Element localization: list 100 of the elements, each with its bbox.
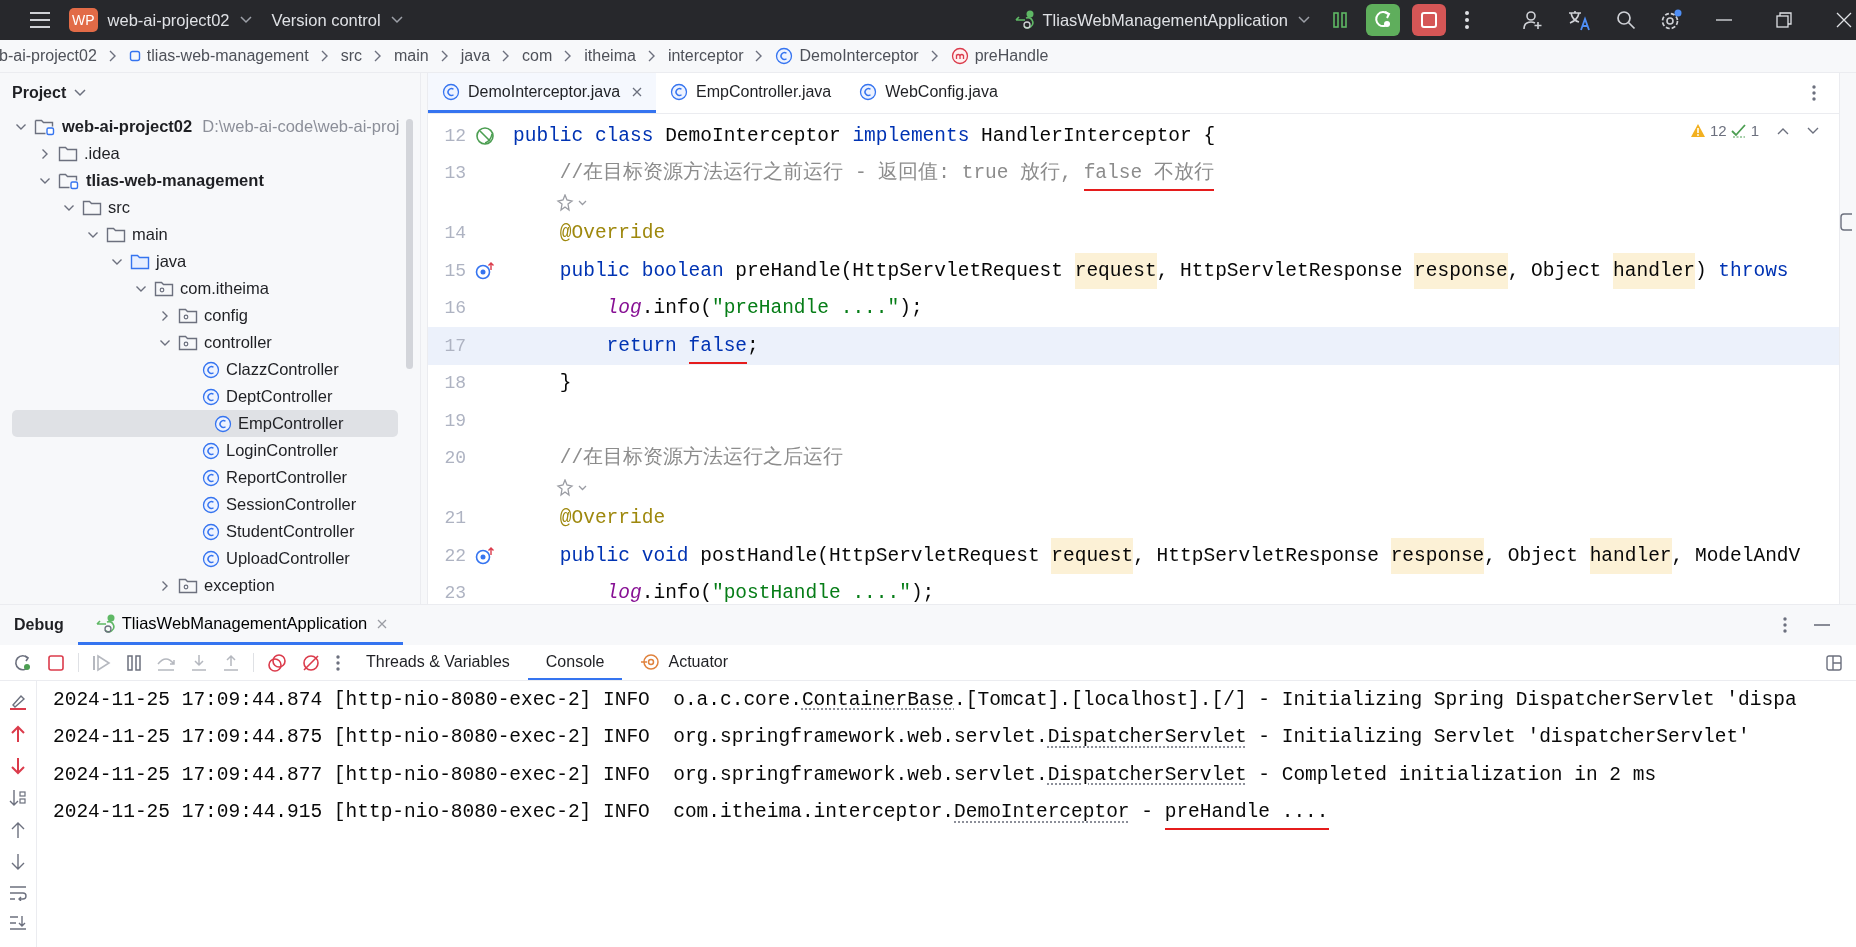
rerun-debug-button[interactable] bbox=[1366, 4, 1400, 36]
arrow-up-icon[interactable] bbox=[10, 821, 26, 839]
code-line[interactable]: return false; bbox=[513, 327, 759, 365]
line-number: 13 bbox=[443, 163, 466, 184]
breadcrumb-item[interactable]: interceptor bbox=[667, 47, 744, 65]
tree-item[interactable]: EmpController bbox=[12, 410, 398, 437]
resume-icon[interactable] bbox=[1332, 11, 1348, 29]
more-icon[interactable] bbox=[1811, 84, 1817, 102]
arrow-down-icon[interactable] bbox=[10, 757, 26, 775]
previous-icon[interactable] bbox=[1777, 126, 1789, 135]
vcs-dropdown[interactable]: Version control bbox=[261, 6, 413, 34]
stop-icon bbox=[1419, 10, 1439, 30]
debug-tab[interactable]: Console bbox=[527, 645, 623, 680]
tree-item[interactable]: controller bbox=[0, 329, 398, 356]
translate-icon[interactable] bbox=[1568, 9, 1592, 31]
method-icon bbox=[950, 47, 969, 65]
tree-item[interactable]: config bbox=[0, 302, 398, 329]
code-line[interactable]: public void postHandle(HttpServletRequest request, HttpServletResponse response, Object handler, ModelAndV bbox=[513, 537, 1801, 575]
search-icon[interactable] bbox=[1616, 10, 1636, 30]
code-line[interactable]: log.info("postHandle ...."); bbox=[513, 574, 935, 604]
run-config-dropdown[interactable]: TliasWebManagementApplication bbox=[1002, 6, 1320, 34]
more-icon[interactable] bbox=[1464, 10, 1470, 30]
breadcrumb-item[interactable]: com bbox=[522, 47, 553, 65]
tree-item[interactable]: StudentController bbox=[0, 518, 398, 545]
breadcrumb-item[interactable]: main bbox=[394, 47, 429, 65]
project-dropdown[interactable]: web-ai-project02 bbox=[97, 6, 262, 34]
code-line[interactable]: public class DemoInterceptor implements HandlerInterceptor { bbox=[513, 117, 1216, 155]
mute-breakpoints-icon[interactable] bbox=[301, 652, 321, 673]
package-icon bbox=[178, 333, 198, 352]
tree-item[interactable]: java bbox=[0, 248, 398, 275]
arrow-up-icon[interactable] bbox=[10, 725, 26, 743]
folder-icon bbox=[82, 198, 102, 217]
clear-icon[interactable] bbox=[9, 693, 27, 711]
editor-tab[interactable]: WebConfig.java bbox=[845, 73, 1012, 113]
rerun-icon[interactable] bbox=[13, 652, 33, 673]
sort-icon[interactable] bbox=[9, 789, 27, 807]
tree-item[interactable]: web-ai-project02 D:\web-ai-code\web-ai-proj bbox=[0, 113, 398, 140]
breakpoints-icon[interactable] bbox=[267, 652, 287, 673]
breadcrumb-item[interactable]: src bbox=[340, 47, 362, 65]
soft-wrap-icon[interactable] bbox=[9, 885, 27, 901]
implements-icon[interactable] bbox=[474, 261, 495, 280]
more-icon[interactable] bbox=[335, 653, 341, 672]
editor-tab[interactable]: DemoInterceptor.java bbox=[428, 73, 657, 113]
breadcrumb-item[interactable]: tlias-web-management bbox=[128, 47, 309, 65]
check-icon[interactable] bbox=[1730, 123, 1747, 138]
class-icon bbox=[214, 414, 232, 433]
project-view-dropdown[interactable]: Project bbox=[0, 73, 99, 113]
stop-icon[interactable] bbox=[47, 653, 65, 672]
line-number: 23 bbox=[443, 583, 466, 604]
line-number: 16 bbox=[443, 298, 466, 319]
tree-item[interactable]: UploadController bbox=[0, 545, 398, 572]
tree-item[interactable]: ClazzController bbox=[0, 356, 398, 383]
code-line[interactable]: @Override bbox=[513, 214, 666, 252]
line-number: 21 bbox=[443, 508, 466, 529]
package-icon bbox=[178, 576, 198, 595]
weak-warning-count[interactable]: 1 bbox=[1750, 122, 1759, 139]
add-user-icon[interactable] bbox=[1522, 9, 1544, 31]
breadcrumb-item[interactable]: b-ai-project02 bbox=[0, 47, 97, 65]
code-line[interactable]: } bbox=[513, 364, 572, 402]
tree-item[interactable]: main bbox=[0, 221, 398, 248]
pause-icon[interactable] bbox=[126, 653, 142, 672]
file-path: D:\web-ai-code\web-ai-proj bbox=[202, 117, 400, 136]
panel-title: Debug bbox=[13, 616, 65, 634]
restore-icon[interactable] bbox=[1776, 12, 1792, 28]
tree-item[interactable]: src bbox=[0, 194, 398, 221]
line-number: 15 bbox=[443, 260, 466, 281]
tree-item[interactable]: .idea bbox=[0, 140, 398, 167]
breadcrumb-item[interactable]: DemoInterceptor bbox=[775, 47, 919, 65]
next-icon[interactable] bbox=[1807, 126, 1819, 135]
tree-item[interactable]: ReportController bbox=[0, 464, 398, 491]
tree-item[interactable]: exception bbox=[0, 572, 398, 599]
editor-tab[interactable]: EmpController.java bbox=[656, 73, 846, 113]
layout-icon[interactable] bbox=[1826, 654, 1842, 671]
menu-icon[interactable] bbox=[29, 11, 51, 29]
breadcrumb-item[interactable]: java bbox=[460, 47, 491, 65]
console-line: 2024-11-25 17:09:44.877 [http-nio-8080-exec-2] INFO org.springframework.web.servlet.DispatcherServlet - Completed initialization in 2 ms bbox=[53, 762, 1658, 788]
tree-item[interactable]: SessionController bbox=[0, 491, 398, 518]
implements-icon[interactable] bbox=[474, 546, 495, 565]
project-badge: WP bbox=[69, 8, 98, 32]
code-line[interactable]: public boolean preHandle(HttpServletRequest request, HttpServletResponse response, Object handler) throws bbox=[513, 252, 1789, 290]
stop-button[interactable] bbox=[1412, 4, 1446, 36]
code-line[interactable]: log.info("preHandle ...."); bbox=[513, 289, 923, 327]
separator-icon bbox=[440, 50, 449, 62]
warning-count[interactable]: 12 bbox=[1709, 122, 1727, 139]
debug-tab[interactable]: Threads & Variables bbox=[348, 645, 528, 680]
settings-icon[interactable] bbox=[1660, 9, 1682, 31]
breadcrumb-item[interactable]: itheima bbox=[584, 47, 636, 65]
code-line[interactable]: @Override bbox=[513, 499, 666, 537]
tree-item[interactable]: DeptController bbox=[0, 383, 398, 410]
scroll-to-end-icon[interactable] bbox=[9, 915, 27, 931]
tree-item[interactable]: com.itheima bbox=[0, 275, 398, 302]
scrollbar-thumb[interactable] bbox=[406, 119, 413, 369]
separator-icon bbox=[108, 50, 117, 62]
tree-item[interactable]: tlias-web-management bbox=[0, 167, 398, 194]
bean-icon[interactable] bbox=[474, 125, 495, 146]
debug-tab[interactable]: Actuator bbox=[622, 645, 747, 680]
separator-icon bbox=[755, 50, 764, 62]
breadcrumb-item[interactable]: preHandle bbox=[950, 47, 1049, 65]
tree-item[interactable]: LoginController bbox=[0, 437, 398, 464]
arrow-down-icon[interactable] bbox=[10, 853, 26, 871]
